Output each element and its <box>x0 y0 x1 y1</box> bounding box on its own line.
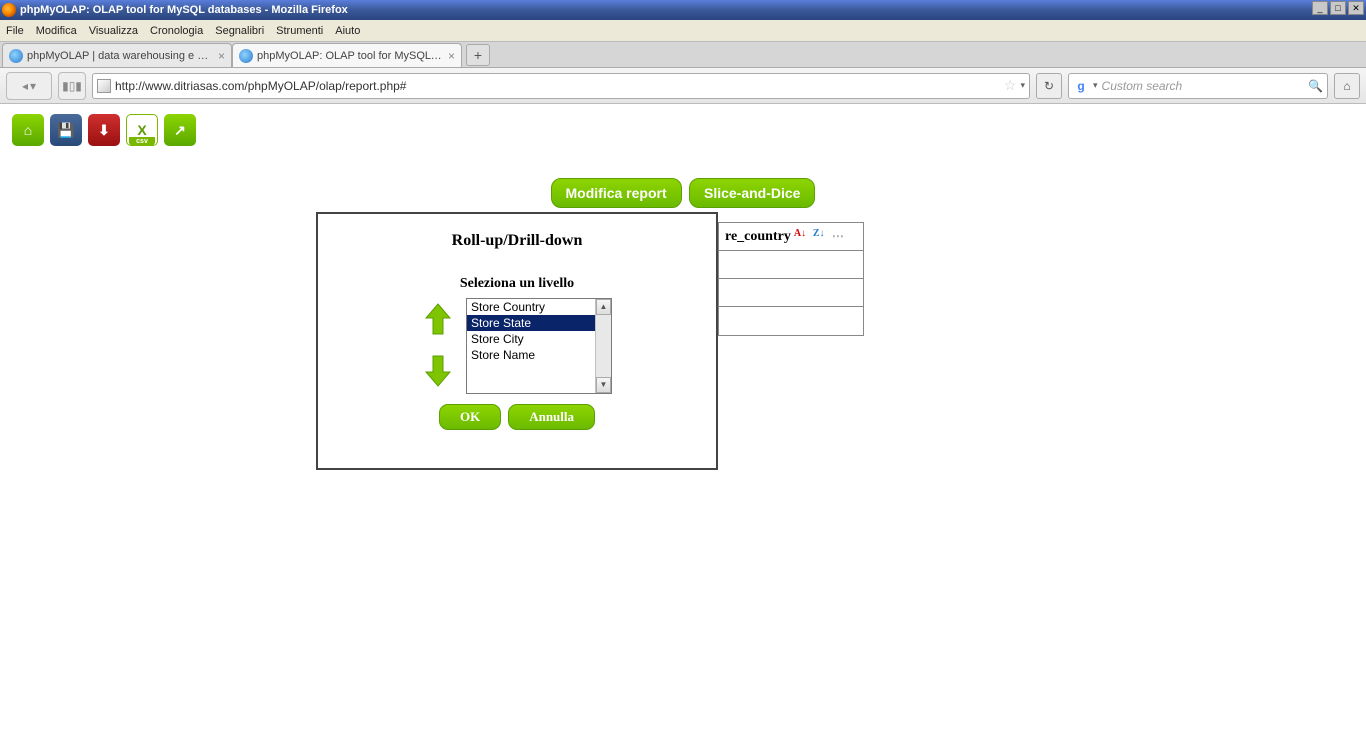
chevron-down-icon[interactable]: ▾ <box>1093 80 1098 91</box>
report-table-fragment: re_country A↓ Z↓ ⋯ <box>718 222 864 336</box>
listbox-scrollbar[interactable]: ▲ ▼ <box>595 299 611 393</box>
tab-label: phpMyOLAP: OLAP tool for MySQL datab... <box>257 50 444 62</box>
minimize-button[interactable]: _ <box>1312 1 1328 15</box>
menu-view[interactable]: Visualizza <box>89 25 138 37</box>
favicon-icon <box>239 49 253 63</box>
tab-strip: phpMyOLAP | data warehousing e analisi .… <box>0 42 1366 68</box>
app-csv-button[interactable]: X csv <box>126 114 158 146</box>
rollup-drilldown-dialog: Roll-up/Drill-down Seleziona un livello … <box>316 212 718 470</box>
bookmark-star-icon[interactable]: ☆ <box>1004 77 1017 94</box>
menu-help[interactable]: Aiuto <box>335 25 360 37</box>
home-button[interactable]: ⌂ <box>1334 73 1360 99</box>
dialog-title: Roll-up/Drill-down <box>318 232 716 250</box>
scroll-up-button[interactable]: ▲ <box>596 299 611 315</box>
new-tab-button[interactable]: + <box>466 44 490 66</box>
close-window-button[interactable]: ✕ <box>1348 1 1364 15</box>
window-title-text: phpMyOLAP: OLAP tool for MySQL databases… <box>20 4 348 16</box>
chevron-left-icon: ◂ <box>22 79 28 93</box>
home-icon: ⌂ <box>1343 79 1350 93</box>
menu-history[interactable]: Cronologia <box>150 25 203 37</box>
table-row <box>719 279 863 307</box>
menu-edit[interactable]: Modifica <box>36 25 77 37</box>
reload-button[interactable]: ↻ <box>1036 73 1062 99</box>
window-title-bar: phpMyOLAP: OLAP tool for MySQL databases… <box>0 0 1366 20</box>
google-icon: g <box>1073 78 1089 94</box>
excel-icon: X <box>137 122 146 138</box>
sort-desc-icon[interactable]: Z↓ <box>813 229 829 245</box>
rollup-up-button[interactable] <box>422 302 454 338</box>
table-row <box>719 307 863 335</box>
search-placeholder: Custom search <box>1102 79 1305 93</box>
page-content: ⌂ 💾 ⬇ X csv ↗ Modifica report Slice-and-… <box>0 104 1366 742</box>
home-icon: ⌂ <box>24 122 32 138</box>
favicon-icon <box>9 49 23 63</box>
reload-icon: ↻ <box>1044 79 1054 93</box>
action-button-row: Modifica report Slice-and-Dice <box>0 178 1366 208</box>
menu-tools[interactable]: Strumenti <box>276 25 323 37</box>
modify-report-button[interactable]: Modifica report <box>551 178 682 208</box>
column-header-store-country[interactable]: re_country <box>725 229 791 245</box>
app-pdf-button[interactable]: ⬇ <box>88 114 120 146</box>
activity-button[interactable]: ▮▯▮ <box>58 72 86 100</box>
app-home-button[interactable]: ⌂ <box>12 114 44 146</box>
bars-icon: ▮▯▮ <box>62 79 82 93</box>
maximize-button[interactable]: □ <box>1330 1 1346 15</box>
table-header-row: re_country A↓ Z↓ ⋯ <box>719 223 863 251</box>
close-tab-icon[interactable]: × <box>218 49 225 63</box>
edit-column-icon[interactable]: ⋯ <box>832 229 844 244</box>
page-icon <box>97 79 111 93</box>
scroll-down-button[interactable]: ▼ <box>596 377 611 393</box>
csv-label: csv <box>129 137 155 146</box>
level-option[interactable]: Store Name <box>467 347 611 363</box>
app-share-button[interactable]: ↗ <box>164 114 196 146</box>
url-bar[interactable]: http://www.ditriasas.com/phpMyOLAP/olap/… <box>92 73 1030 99</box>
cancel-button[interactable]: Annulla <box>508 404 595 430</box>
level-option[interactable]: Store City <box>467 331 611 347</box>
menu-bar: File Modifica Visualizza Cronologia Segn… <box>0 20 1366 42</box>
dialog-subtitle: Seleziona un livello <box>318 276 716 292</box>
level-select-list[interactable]: Store Country Store State Store City Sto… <box>466 298 612 394</box>
table-row <box>719 251 863 279</box>
save-icon: 💾 <box>57 122 74 139</box>
slice-and-dice-button[interactable]: Slice-and-Dice <box>689 178 815 208</box>
tab-background[interactable]: phpMyOLAP | data warehousing e analisi .… <box>2 43 232 67</box>
search-icon[interactable]: 🔍 <box>1308 79 1323 93</box>
drilldown-down-button[interactable] <box>422 352 454 388</box>
arrow-up-icon <box>424 302 452 338</box>
level-option[interactable]: Store State <box>467 315 611 331</box>
app-toolbar: ⌂ 💾 ⬇ X csv ↗ <box>0 104 1366 156</box>
ok-button[interactable]: OK <box>439 404 501 430</box>
app-save-button[interactable]: 💾 <box>50 114 82 146</box>
pdf-icon: ⬇ <box>98 122 110 139</box>
firefox-icon <box>2 3 16 17</box>
chevron-down-icon: ▾ <box>30 79 36 93</box>
back-forward-button[interactable]: ◂ ▾ <box>6 72 52 100</box>
tab-active[interactable]: phpMyOLAP: OLAP tool for MySQL datab... … <box>232 43 462 67</box>
menu-bookmarks[interactable]: Segnalibri <box>215 25 264 37</box>
share-icon: ↗ <box>174 122 186 139</box>
tab-label: phpMyOLAP | data warehousing e analisi .… <box>27 50 214 62</box>
navigation-toolbar: ◂ ▾ ▮▯▮ http://www.ditriasas.com/phpMyOL… <box>0 68 1366 104</box>
url-text[interactable]: http://www.ditriasas.com/phpMyOLAP/olap/… <box>115 79 1000 93</box>
menu-file[interactable]: File <box>6 25 24 37</box>
arrow-down-icon <box>424 352 452 388</box>
url-dropdown-icon[interactable]: ▾ <box>1020 80 1025 91</box>
level-option[interactable]: Store Country <box>467 299 611 315</box>
dialog-button-row: OK Annulla <box>318 404 716 430</box>
search-bar[interactable]: g ▾ Custom search 🔍 <box>1068 73 1328 99</box>
sort-asc-icon[interactable]: A↓ <box>794 229 810 245</box>
close-tab-icon[interactable]: × <box>448 49 455 63</box>
